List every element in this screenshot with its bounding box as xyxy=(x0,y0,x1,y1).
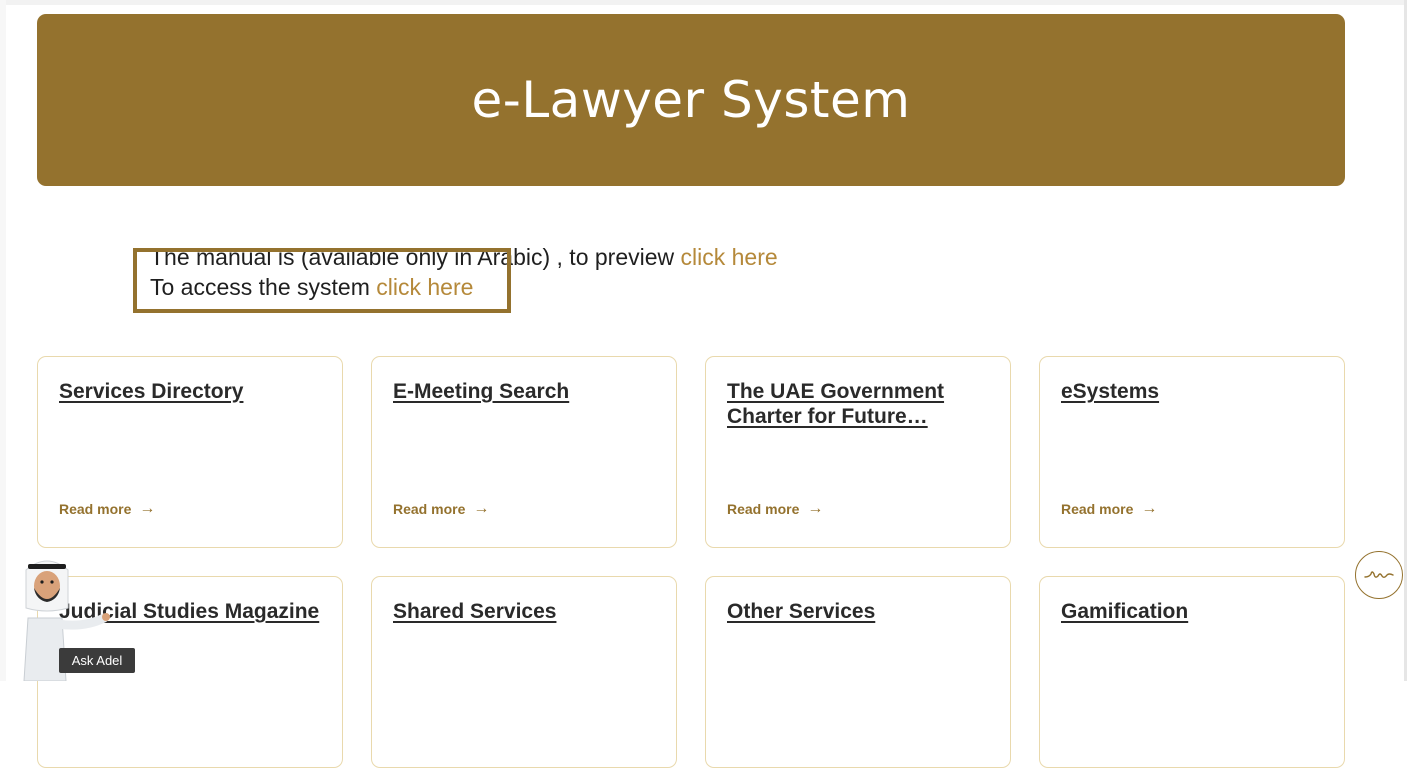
arrow-right-icon: → xyxy=(807,500,824,517)
card-e-meeting-search[interactable]: E-Meeting Search Read more → xyxy=(371,356,677,548)
card-title[interactable]: Gamification xyxy=(1061,599,1323,624)
card-gamification[interactable]: Gamification xyxy=(1039,576,1345,768)
read-more-link[interactable]: Read more → xyxy=(59,500,155,518)
page-title: e-Lawyer System xyxy=(471,71,911,129)
window-top-edge xyxy=(0,0,1404,5)
access-system-link[interactable]: click here xyxy=(376,274,473,300)
signature-widget-button[interactable] xyxy=(1355,551,1403,599)
read-more-label: Read more xyxy=(59,501,132,517)
arrow-right-icon: → xyxy=(1141,500,1158,517)
read-more-label: Read more xyxy=(1061,501,1134,517)
manual-preview-link[interactable]: click here xyxy=(681,244,778,270)
arrow-right-icon: → xyxy=(139,500,156,517)
card-title[interactable]: Shared Services xyxy=(393,599,655,624)
window-left-edge xyxy=(0,0,6,681)
access-text: To access the system xyxy=(150,274,377,300)
card-title[interactable]: E-Meeting Search xyxy=(393,379,655,404)
ask-assistant-button[interactable]: Ask Adel xyxy=(59,648,135,673)
hero-banner: e-Lawyer System xyxy=(37,14,1345,186)
intro-text: The manual is (available only in Arabic)… xyxy=(150,242,778,302)
card-title[interactable]: Other Services xyxy=(727,599,989,624)
card-government-charter[interactable]: The UAE Government Charter for Future… R… xyxy=(705,356,1011,548)
read-more-label: Read more xyxy=(393,501,466,517)
signature-icon xyxy=(1364,571,1394,578)
access-line: To access the system click here xyxy=(150,272,778,302)
card-title[interactable]: The UAE Government Charter for Future… xyxy=(727,379,989,429)
card-other-services[interactable]: Other Services xyxy=(705,576,1011,768)
card-shared-services[interactable]: Shared Services xyxy=(371,576,677,768)
read-more-link[interactable]: Read more → xyxy=(727,500,823,518)
card-esystems[interactable]: eSystems Read more → xyxy=(1039,356,1345,548)
read-more-label: Read more xyxy=(727,501,800,517)
card-services-directory[interactable]: Services Directory Read more → xyxy=(37,356,343,548)
card-title[interactable]: Services Directory xyxy=(59,379,321,404)
card-title[interactable]: eSystems xyxy=(1061,379,1323,404)
arrow-right-icon: → xyxy=(473,500,490,517)
read-more-link[interactable]: Read more → xyxy=(1061,500,1157,518)
manual-line: The manual is (available only in Arabic)… xyxy=(150,242,778,272)
manual-text: The manual is (available only in Arabic)… xyxy=(150,244,681,270)
read-more-link[interactable]: Read more → xyxy=(393,500,489,518)
